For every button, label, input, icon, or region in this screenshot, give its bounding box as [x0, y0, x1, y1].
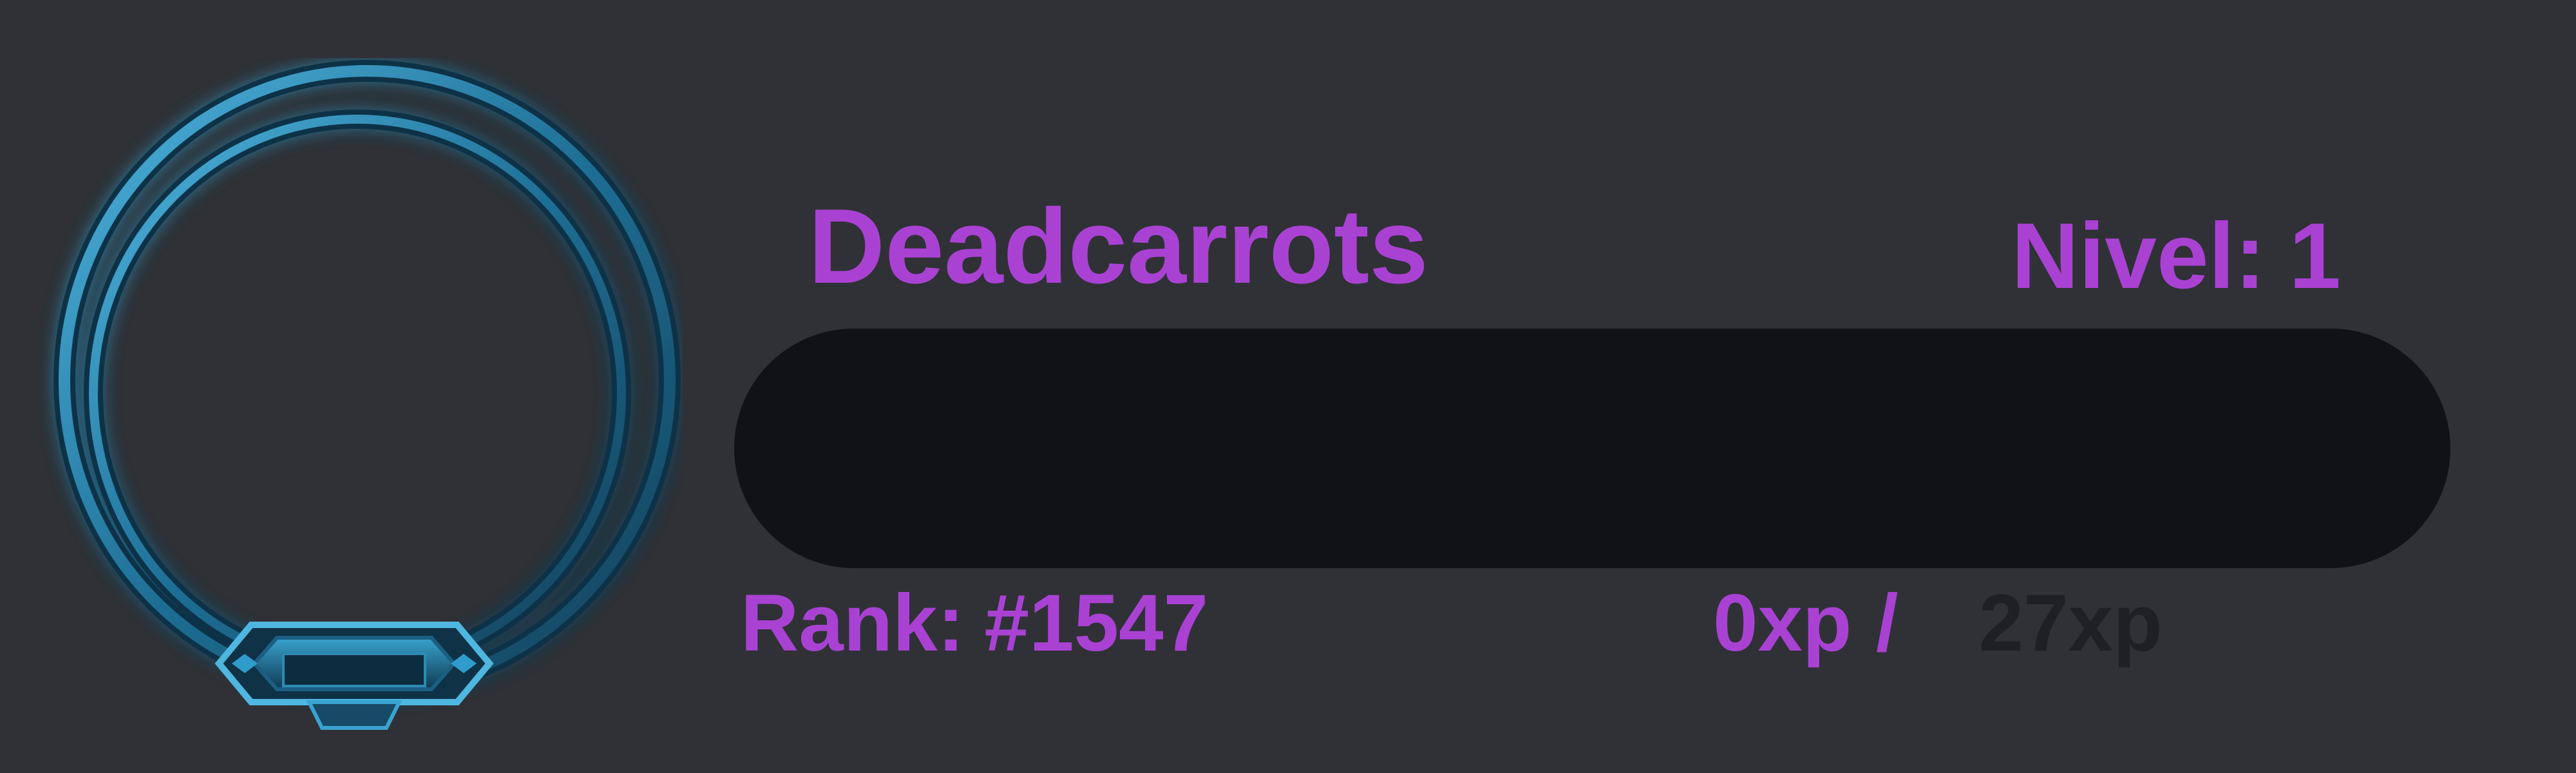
- xp-separator: /: [1875, 578, 1899, 668]
- xp-display: 0xp/27xp: [1713, 583, 2163, 663]
- username: Deadcarrots: [808, 187, 1428, 305]
- rank-display: Rank: #1547: [741, 583, 1208, 663]
- level-display: Nivel: 1: [2011, 209, 2341, 303]
- rank-value: #1547: [984, 578, 1209, 668]
- level-label: Nivel:: [2011, 204, 2266, 308]
- rank-label: Rank:: [741, 578, 965, 668]
- xp-progress-bar: [734, 329, 2450, 568]
- xp-current: 0xp: [1713, 578, 1852, 668]
- level-value: 1: [2289, 204, 2341, 308]
- avatar-frame-icon: [39, 58, 683, 767]
- rank-card: Deadcarrots Nivel: 1 Rank: #1547 0xp/27xp: [0, 0, 2576, 773]
- xp-total: 27xp: [1978, 578, 2163, 668]
